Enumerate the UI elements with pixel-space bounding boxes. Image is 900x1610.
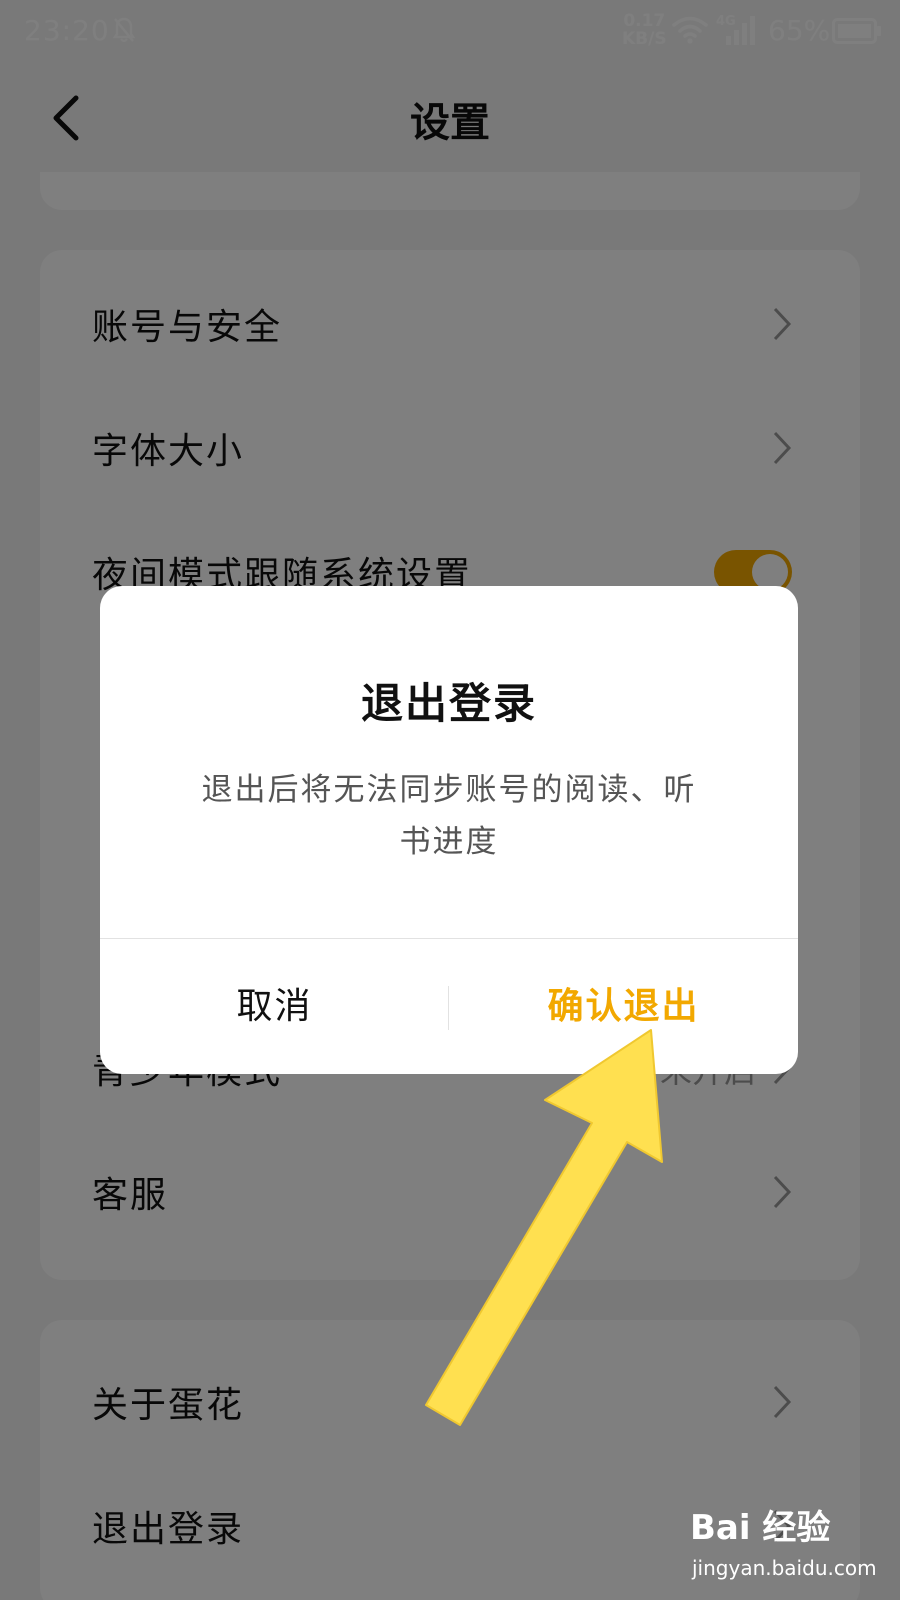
watermark-site: jingyan.baidu.com: [692, 1556, 877, 1580]
cancel-button[interactable]: 取消: [100, 939, 449, 1074]
dialog-message: 退出后将无法同步账号的阅读、听 书进度: [184, 764, 714, 868]
watermark: Bai 经验 jingyan.baidu.com: [690, 1500, 890, 1590]
watermark-logo: Bai 经验: [690, 1508, 831, 1548]
confirm-logout-button[interactable]: 确认退出: [449, 939, 798, 1074]
dialog-title: 退出登录: [360, 679, 537, 728]
dialog-message-line2: 书进度: [399, 824, 499, 860]
logout-dialog: 退出登录 退出后将无法同步账号的阅读、听 书进度 取消 确认退出: [100, 586, 798, 1074]
dialog-message-line1: 退出后将无法同步账号的阅读、听: [201, 772, 697, 808]
